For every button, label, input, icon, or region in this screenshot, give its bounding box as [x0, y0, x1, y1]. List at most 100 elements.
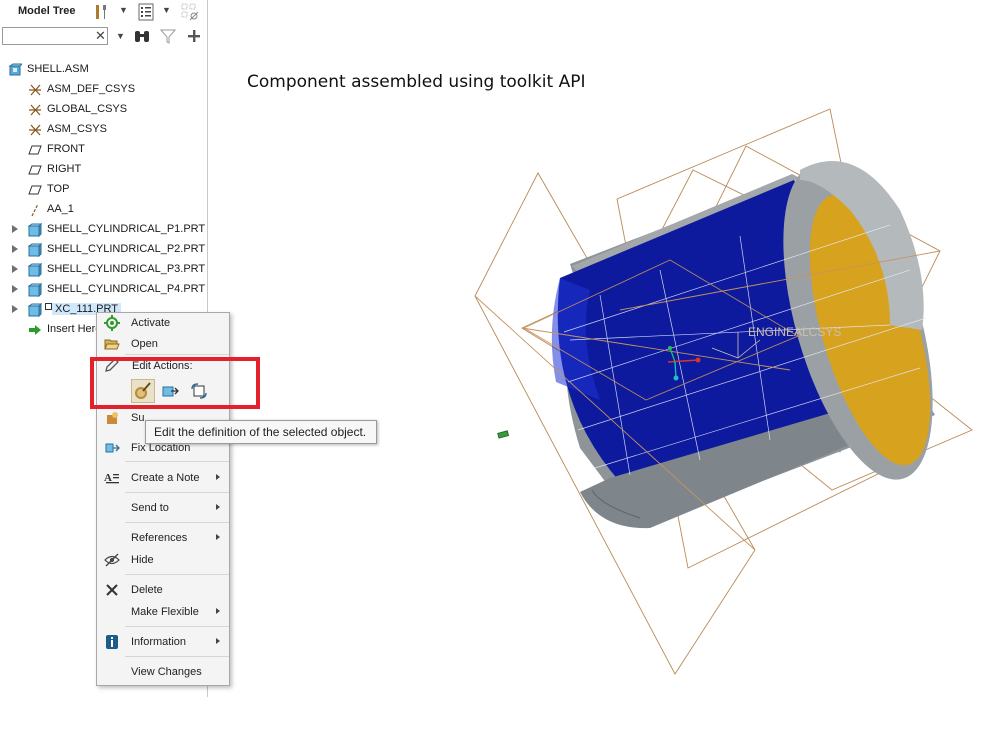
- tree-item-shell-cylindrical-p1[interactable]: SHELL_CYLINDRICAL_P1.PRT: [0, 220, 206, 240]
- menu-item-delete[interactable]: Delete: [97, 580, 229, 600]
- model-tree-title: Model Tree: [18, 5, 76, 17]
- tree-item-label: SHELL_CYLINDRICAL_P2.PRT: [47, 243, 206, 255]
- delete-x-icon: [104, 582, 120, 598]
- model-tree-search-row: ✕ ▼: [0, 25, 207, 49]
- tree-item-label: SHELL_CYLINDRICAL_P1.PRT: [47, 223, 206, 235]
- submenu-arrow-icon: [216, 474, 220, 480]
- menu-item-create-note[interactable]: A Create a Note: [97, 468, 229, 488]
- tree-item-label: RIGHT: [47, 163, 82, 175]
- csys-icon: [28, 123, 42, 137]
- open-folder-icon: [104, 336, 120, 352]
- menu-separator: [125, 574, 229, 575]
- tree-item-asm-def-csys[interactable]: ASM_DEF_CSYS: [0, 80, 206, 100]
- expand-arrow-icon[interactable]: [12, 245, 18, 253]
- show-dropdown-icon[interactable]: ▼: [162, 5, 171, 15]
- insert-arrow-icon: [28, 323, 42, 337]
- menu-item-make-flexible[interactable]: Make Flexible: [97, 602, 229, 622]
- menu-item-label: Activate: [131, 317, 171, 329]
- suppress-icon: [104, 410, 120, 426]
- tooltip-text: Edit the definition of the selected obje…: [154, 425, 367, 439]
- tree-item-global-csys[interactable]: GLOBAL_CSYS: [0, 100, 206, 120]
- menu-item-label: References: [131, 532, 188, 544]
- tree-item-label: ASM_DEF_CSYS: [47, 83, 136, 95]
- tree-item-label: Insert Here: [47, 323, 102, 335]
- tree-item-label: SHELL_CYLINDRICAL_P3.PRT: [47, 263, 206, 275]
- add-icon[interactable]: [184, 26, 204, 46]
- menu-item-label: Su: [131, 412, 145, 424]
- hide-eye-icon: [104, 552, 120, 568]
- part-icon: [28, 223, 42, 237]
- small-component-marker: [497, 430, 510, 439]
- filter-icon[interactable]: [158, 26, 178, 46]
- info-icon: [104, 634, 120, 650]
- menu-item-send-to[interactable]: Send to: [97, 498, 229, 518]
- clear-search-icon[interactable]: ✕: [95, 28, 106, 44]
- placement-status-icon: [44, 302, 52, 310]
- part-icon: [28, 243, 42, 257]
- tree-item-label: SHELL_CYLINDRICAL_P4.PRT: [47, 283, 206, 295]
- menu-item-view-changes[interactable]: View Changes: [97, 662, 229, 682]
- csys-icon: [28, 83, 42, 97]
- search-input[interactable]: [2, 27, 108, 45]
- tree-item-label: ASM_CSYS: [47, 123, 107, 135]
- menu-item-label: Information: [131, 636, 187, 648]
- annotation-caption: Component assembled using toolkit API: [247, 72, 586, 92]
- note-icon: A: [104, 470, 120, 486]
- hidden-items-icon[interactable]: [180, 2, 200, 22]
- csys-label: ENGINEALCSYS: [748, 325, 841, 339]
- tree-item-label: FRONT: [47, 143, 85, 155]
- tree-item-asm-csys[interactable]: ASM_CSYS: [0, 120, 206, 140]
- submenu-arrow-icon: [216, 638, 220, 644]
- menu-separator: [125, 492, 229, 493]
- datum-axis-icon: [28, 203, 42, 217]
- tree-item-aa-1[interactable]: AA_1: [0, 200, 206, 220]
- menu-separator: [125, 626, 229, 627]
- menu-item-label: View Changes: [131, 666, 202, 678]
- menu-item-open[interactable]: Open: [97, 334, 229, 354]
- menu-item-label: Create a Note: [131, 472, 200, 484]
- show-list-icon[interactable]: [136, 2, 156, 22]
- assembly-icon: [8, 63, 22, 77]
- activate-icon: [104, 315, 120, 331]
- menu-separator: [125, 522, 229, 523]
- csys-icon: [28, 103, 42, 117]
- expand-arrow-icon[interactable]: [12, 225, 18, 233]
- tree-item-top[interactable]: TOP: [0, 180, 206, 200]
- search-options-dropdown-icon[interactable]: ▼: [116, 31, 125, 41]
- tree-item-front[interactable]: FRONT: [0, 140, 206, 160]
- highlight-annotation-box: [90, 357, 260, 409]
- tree-item-label: GLOBAL_CSYS: [47, 103, 128, 115]
- part-icon: [28, 263, 42, 277]
- tree-item-label: SHELL.ASM: [27, 63, 89, 75]
- menu-item-label: Open: [131, 338, 158, 350]
- tree-item-shell-asm[interactable]: SHELL.ASM: [0, 60, 206, 80]
- menu-item-label: Hide: [131, 554, 154, 566]
- find-binoculars-icon[interactable]: [132, 26, 152, 46]
- tree-item-right[interactable]: RIGHT: [0, 160, 206, 180]
- submenu-arrow-icon: [216, 608, 220, 614]
- menu-item-references[interactable]: References: [97, 528, 229, 548]
- menu-item-information[interactable]: Information: [97, 632, 229, 652]
- menu-item-hide[interactable]: Hide: [97, 550, 229, 570]
- menu-separator: [125, 461, 229, 462]
- tree-item-label: TOP: [47, 183, 70, 195]
- menu-item-label: Make Flexible: [131, 606, 199, 618]
- tooltip: Edit the definition of the selected obje…: [145, 420, 377, 444]
- settings-dropdown-icon[interactable]: ▼: [119, 5, 128, 15]
- assembly-3d-model[interactable]: ENGINEALCSYS: [460, 100, 980, 680]
- menu-item-label: Send to: [131, 502, 169, 514]
- part-icon: [28, 283, 42, 297]
- fix-location-icon: [104, 440, 120, 456]
- expand-arrow-icon[interactable]: [12, 285, 18, 293]
- tree-item-shell-cylindrical-p4[interactable]: SHELL_CYLINDRICAL_P4.PRT: [0, 280, 206, 300]
- tree-item-shell-cylindrical-p3[interactable]: SHELL_CYLINDRICAL_P3.PRT: [0, 260, 206, 280]
- expand-arrow-icon[interactable]: [12, 305, 18, 313]
- menu-item-activate[interactable]: Activate: [97, 313, 229, 333]
- datum-plane-icon: [28, 183, 42, 197]
- expand-arrow-icon[interactable]: [12, 265, 18, 273]
- tree-item-shell-cylindrical-p2[interactable]: SHELL_CYLINDRICAL_P2.PRT: [0, 240, 206, 260]
- tree-item-label: AA_1: [47, 203, 74, 215]
- menu-separator: [125, 656, 229, 657]
- settings-tools-icon[interactable]: [92, 2, 112, 22]
- model-tree-toolbar: Model Tree ▼ ▼: [0, 0, 207, 24]
